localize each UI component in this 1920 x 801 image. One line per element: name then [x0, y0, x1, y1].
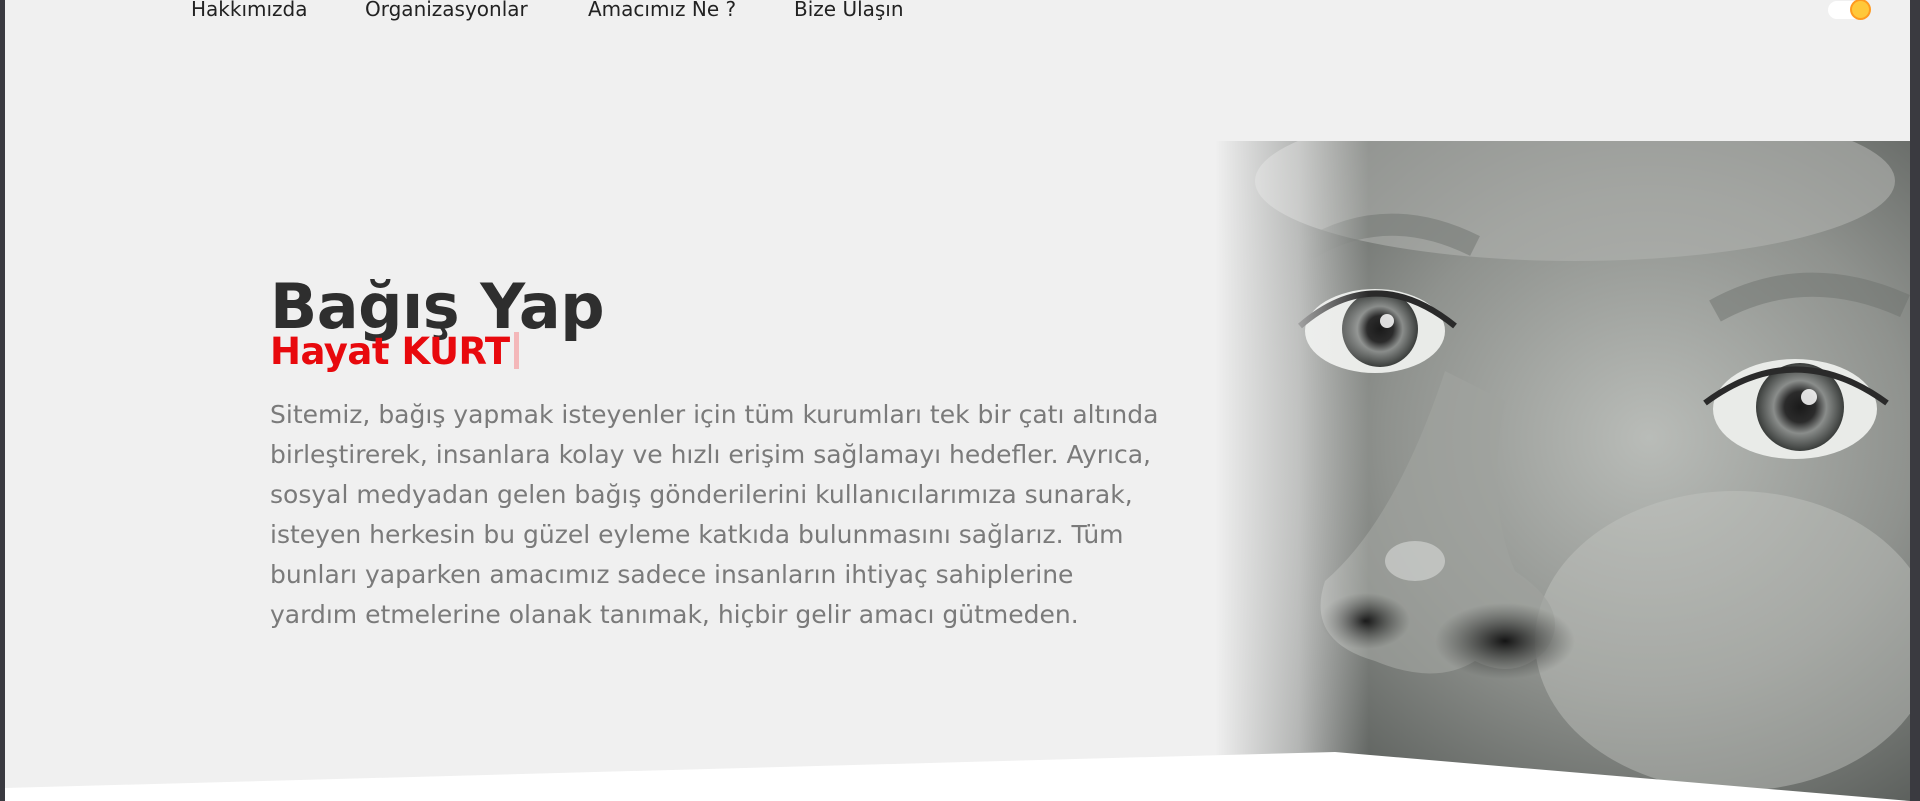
description-line: isteyen herkesin bu güzel eyleme katkıda… [270, 520, 1124, 549]
typing-cursor [513, 332, 519, 369]
nav-item-iletisim[interactable]: Bize Ulaşın [794, 0, 904, 21]
top-navigation: Hakkımızda Organizasyonlar Amacımız Ne ?… [5, 0, 1910, 26]
description-line: bunları yaparken amacımız sadece insanla… [270, 560, 1074, 589]
subtitle-text: Hayat KURT [270, 330, 510, 373]
theme-toggle[interactable] [1828, 1, 1870, 19]
nav-item-organizasyonlar[interactable]: Organizasyonlar [365, 0, 528, 21]
nav-item-amacimiz[interactable]: Amacımız Ne ? [588, 0, 736, 21]
description-line: Sitemiz, bağış yapmak isteyenler için tü… [270, 400, 1159, 429]
typed-subtitle: Hayat KURT [270, 330, 519, 373]
hero-description: Sitemiz, bağış yapmak isteyenler için tü… [270, 395, 1170, 635]
description-line: sosyal medyadan gelen bağış gönderilerin… [270, 480, 1133, 509]
description-line: yardım etmelerine olanak tanımak, hiçbir… [270, 600, 1079, 629]
page: Hakkımızda Organizasyonlar Amacımız Ne ?… [5, 0, 1910, 801]
window-edge [1910, 0, 1920, 801]
hero-child-face-image [1215, 141, 1910, 801]
sun-icon [1852, 1, 1869, 18]
description-line: birleştirerek, insanlara kolay ve hızlı … [270, 440, 1151, 469]
nav-item-hakkimizda[interactable]: Hakkımızda [191, 0, 308, 21]
bottom-wave-divider [5, 752, 1910, 801]
